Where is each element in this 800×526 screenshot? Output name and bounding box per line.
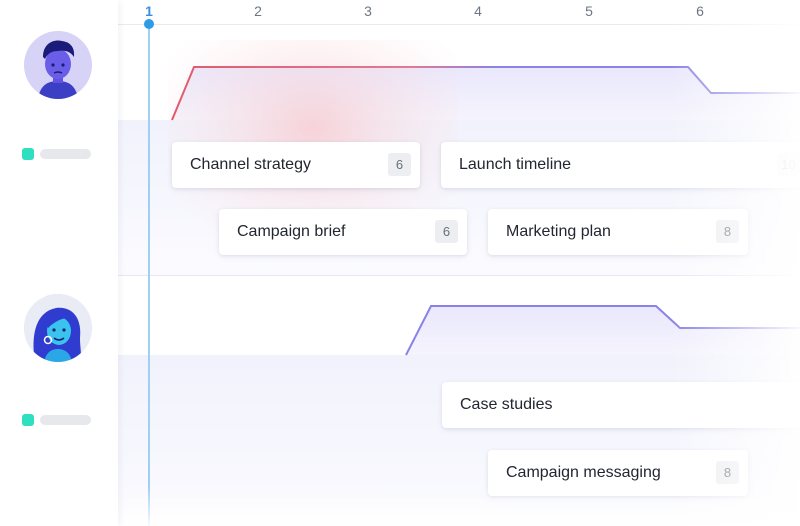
current-time-line — [148, 23, 150, 526]
assignee-sidebar — [0, 0, 118, 526]
task-card[interactable]: Campaign brief 6 — [219, 209, 467, 255]
workload-graph — [168, 40, 800, 356]
task-card[interactable]: Launch timeline 10 — [441, 142, 800, 188]
column-label[interactable]: 5 — [585, 3, 593, 19]
status-indicator — [22, 148, 34, 160]
column-label[interactable]: 1 — [145, 3, 153, 19]
task-title: Case studies — [460, 396, 553, 413]
task-card[interactable]: Marketing plan 8 — [488, 209, 748, 255]
assignee-name-placeholder — [40, 149, 91, 159]
task-card[interactable]: Campaign messaging 8 — [488, 450, 748, 496]
column-label[interactable]: 2 — [254, 3, 262, 19]
column-label[interactable]: 3 — [364, 3, 372, 19]
task-count-badge: 6 — [388, 153, 411, 176]
avatar[interactable] — [24, 31, 92, 99]
task-card[interactable]: Case studies — [442, 382, 800, 428]
workload-timeline: 1 2 3 4 5 6 Channel strategy 6 Launch ti… — [118, 0, 800, 526]
task-title: Launch timeline — [459, 156, 572, 173]
man-avatar-icon — [24, 31, 92, 99]
task-title: Campaign messaging — [506, 464, 661, 481]
task-card[interactable]: Channel strategy 6 — [172, 142, 420, 188]
assignee-name-placeholder — [40, 415, 91, 425]
task-count-badge: 10 — [777, 153, 800, 176]
timeline-header: 1 2 3 4 5 6 — [118, 0, 800, 25]
current-time-marker[interactable] — [144, 19, 154, 29]
task-count-badge: 8 — [716, 461, 739, 484]
woman-avatar-icon — [24, 294, 92, 362]
task-count-badge: 6 — [435, 220, 458, 243]
column-label[interactable]: 6 — [696, 3, 704, 19]
avatar[interactable] — [24, 294, 92, 362]
task-title: Marketing plan — [506, 223, 611, 240]
task-count-badge: 8 — [716, 220, 739, 243]
task-title: Channel strategy — [190, 156, 311, 173]
status-indicator — [22, 414, 34, 426]
column-label[interactable]: 4 — [474, 3, 482, 19]
task-title: Campaign brief — [237, 223, 346, 240]
